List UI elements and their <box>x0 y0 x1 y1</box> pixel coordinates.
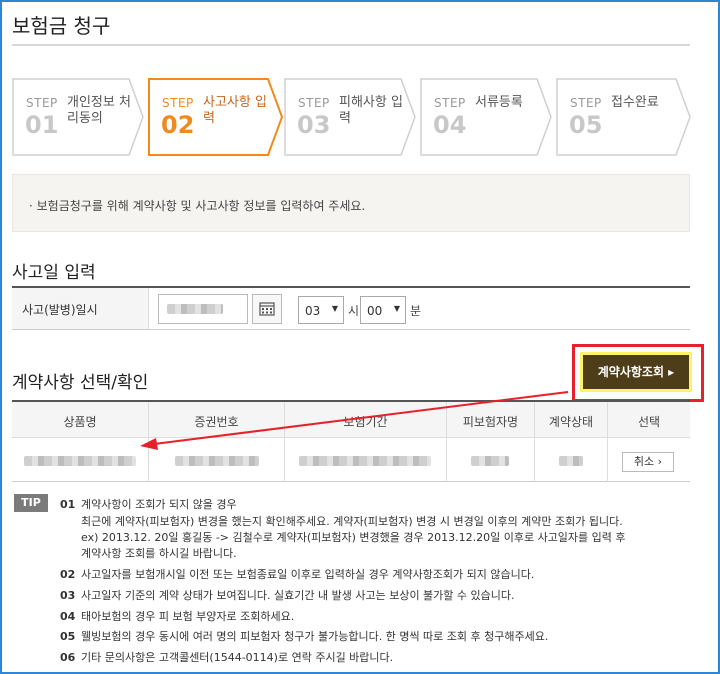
contract-lookup-label: 계약사항조회 ▸ <box>583 355 689 389</box>
accident-date-input[interactable] <box>158 294 248 324</box>
tip-number: 03 <box>60 589 76 602</box>
step-name: 사고사항 입력 <box>203 95 267 126</box>
tip-badge: TIP <box>14 494 48 512</box>
tip-number: 05 <box>60 630 76 643</box>
step-number: 02 <box>161 111 195 139</box>
cancel-button[interactable]: 취소 › <box>622 452 674 472</box>
minute-unit: 분 <box>410 304 422 318</box>
tip-line: 태아보험의 경우 피 보험 부양자로 조회하세요. <box>81 610 295 623</box>
tip-line: 사고일자 기준의 계약 상태가 보여집니다. 실효기간 내 발생 사고는 보상이… <box>81 589 515 602</box>
column-header-label: 상품명 <box>63 415 97 429</box>
step-name: 접수완료 <box>611 95 659 110</box>
step-number: 05 <box>569 111 603 139</box>
cell-status <box>535 438 608 482</box>
hour-select[interactable]: 03 ▼ <box>298 296 344 324</box>
tip-line: 계약사항이 조회가 되지 않을 경우 <box>81 498 237 511</box>
tip-number: 04 <box>60 610 76 623</box>
minute-value: 00 <box>367 304 383 318</box>
calendar-icon <box>259 302 275 316</box>
accident-date-label: 사고(발병)일시 <box>22 303 98 317</box>
tip-number: 01 <box>60 498 76 511</box>
step-3: STEP 03 피해사항 입력 <box>284 78 416 156</box>
tip-line: 계약사항 조회를 하시길 바랍니다. <box>81 547 237 560</box>
cell-product <box>12 438 149 482</box>
step-name: 개인정보 처리동의 <box>67 95 131 126</box>
step-4: STEP 04 서류등록 <box>420 78 552 156</box>
masked-insured-name <box>471 456 509 466</box>
column-header-label: 보험기간 <box>343 415 388 429</box>
calendar-button[interactable] <box>252 294 282 324</box>
notice-text: · 보험금청구를 위해 계약사항 및 사고사항 정보를 입력하여 주세요. <box>29 199 366 213</box>
contract-section-title: 계약사항 선택/확인 <box>12 373 149 393</box>
column-header: 선택 <box>608 402 690 437</box>
step-number: 04 <box>433 111 467 139</box>
masked-period <box>299 456 431 466</box>
step-label: STEP <box>162 96 194 110</box>
column-header: 계약상태 <box>535 402 608 437</box>
masked-policy-number <box>175 456 259 466</box>
step-name: 서류등록 <box>475 95 523 110</box>
column-header: 보험기간 <box>285 402 447 437</box>
step-name: 피해사항 입력 <box>339 95 403 126</box>
column-header-label: 증권번호 <box>194 415 239 429</box>
masked-status <box>559 456 583 466</box>
masked-product-name <box>24 456 136 466</box>
hour-unit: 시 <box>348 304 360 318</box>
column-header: 증권번호 <box>149 402 285 437</box>
column-header-label: 선택 <box>637 415 661 429</box>
masked-date-value <box>167 304 223 314</box>
title-divider <box>12 44 690 46</box>
accident-section-title: 사고일 입력 <box>12 263 96 283</box>
step-label: STEP <box>298 96 330 110</box>
step-label: STEP <box>570 96 602 110</box>
step-number: 03 <box>297 111 331 139</box>
tip-line: ex) 2013.12. 20일 홍길동 -> 김철수로 계약자(피보험자) 변… <box>81 531 626 544</box>
contract-lookup-button[interactable]: 계약사항조회 ▸ <box>580 352 692 392</box>
table-row[interactable] <box>12 438 690 482</box>
page-title: 보험금 청구 <box>12 14 111 38</box>
accident-date-row: 사고(발병)일시 03 ▼ 시 00 ▼ 분 <box>12 286 690 330</box>
tip-number: 06 <box>60 651 76 664</box>
tip-number: 02 <box>60 568 76 581</box>
minute-select[interactable]: 00 ▼ <box>360 296 406 324</box>
cell-policy-number <box>149 438 285 482</box>
tip-line: 사고일자를 보험개시일 이전 또는 보험종료일 이후로 입력하실 경우 계약사항… <box>81 568 535 581</box>
contract-table-header: 상품명 증권번호 보험기간 피보험자명 계약상태 선택 <box>12 402 690 438</box>
step-number: 01 <box>25 111 59 139</box>
tip-line: 최근에 계약자(피보험자) 변경을 했는지 확인해주세요. 계약자(피보험자) … <box>81 515 623 528</box>
tip-line: 웰빙보험의 경우 동시에 여러 명의 피보험자 청구가 불가능합니다. 한 명씩… <box>81 630 549 643</box>
chevron-down-icon: ▼ <box>393 304 400 313</box>
hour-value: 03 <box>305 304 321 318</box>
accident-date-label-cell: 사고(발병)일시 <box>12 288 149 329</box>
step-progress: STEP 01 개인정보 처리동의 STEP 02 사고사항 입력 STEP 0… <box>12 78 702 156</box>
column-header: 상품명 <box>12 402 149 437</box>
step-label: STEP <box>434 96 466 110</box>
cell-insured <box>447 438 535 482</box>
notice-box: · 보험금청구를 위해 계약사항 및 사고사항 정보를 입력하여 주세요. <box>12 174 690 232</box>
column-header-label: 계약상태 <box>548 415 594 429</box>
cell-period <box>285 438 447 482</box>
contract-table: 상품명 증권번호 보험기간 피보험자명 계약상태 선택 <box>12 400 690 482</box>
chevron-down-icon: ▼ <box>331 304 338 313</box>
column-header-label: 피보험자명 <box>462 415 519 429</box>
step-2: STEP 02 사고사항 입력 <box>148 78 284 156</box>
step-1: STEP 01 개인정보 처리동의 <box>12 78 144 156</box>
step-label: STEP <box>26 96 58 110</box>
tip-line: 기타 문의사항은 고객콜센터(1544-0114)로 연락 주시길 바랍니다. <box>81 651 394 664</box>
column-header: 피보험자명 <box>447 402 535 437</box>
step-5: STEP 05 접수완료 <box>556 78 691 156</box>
